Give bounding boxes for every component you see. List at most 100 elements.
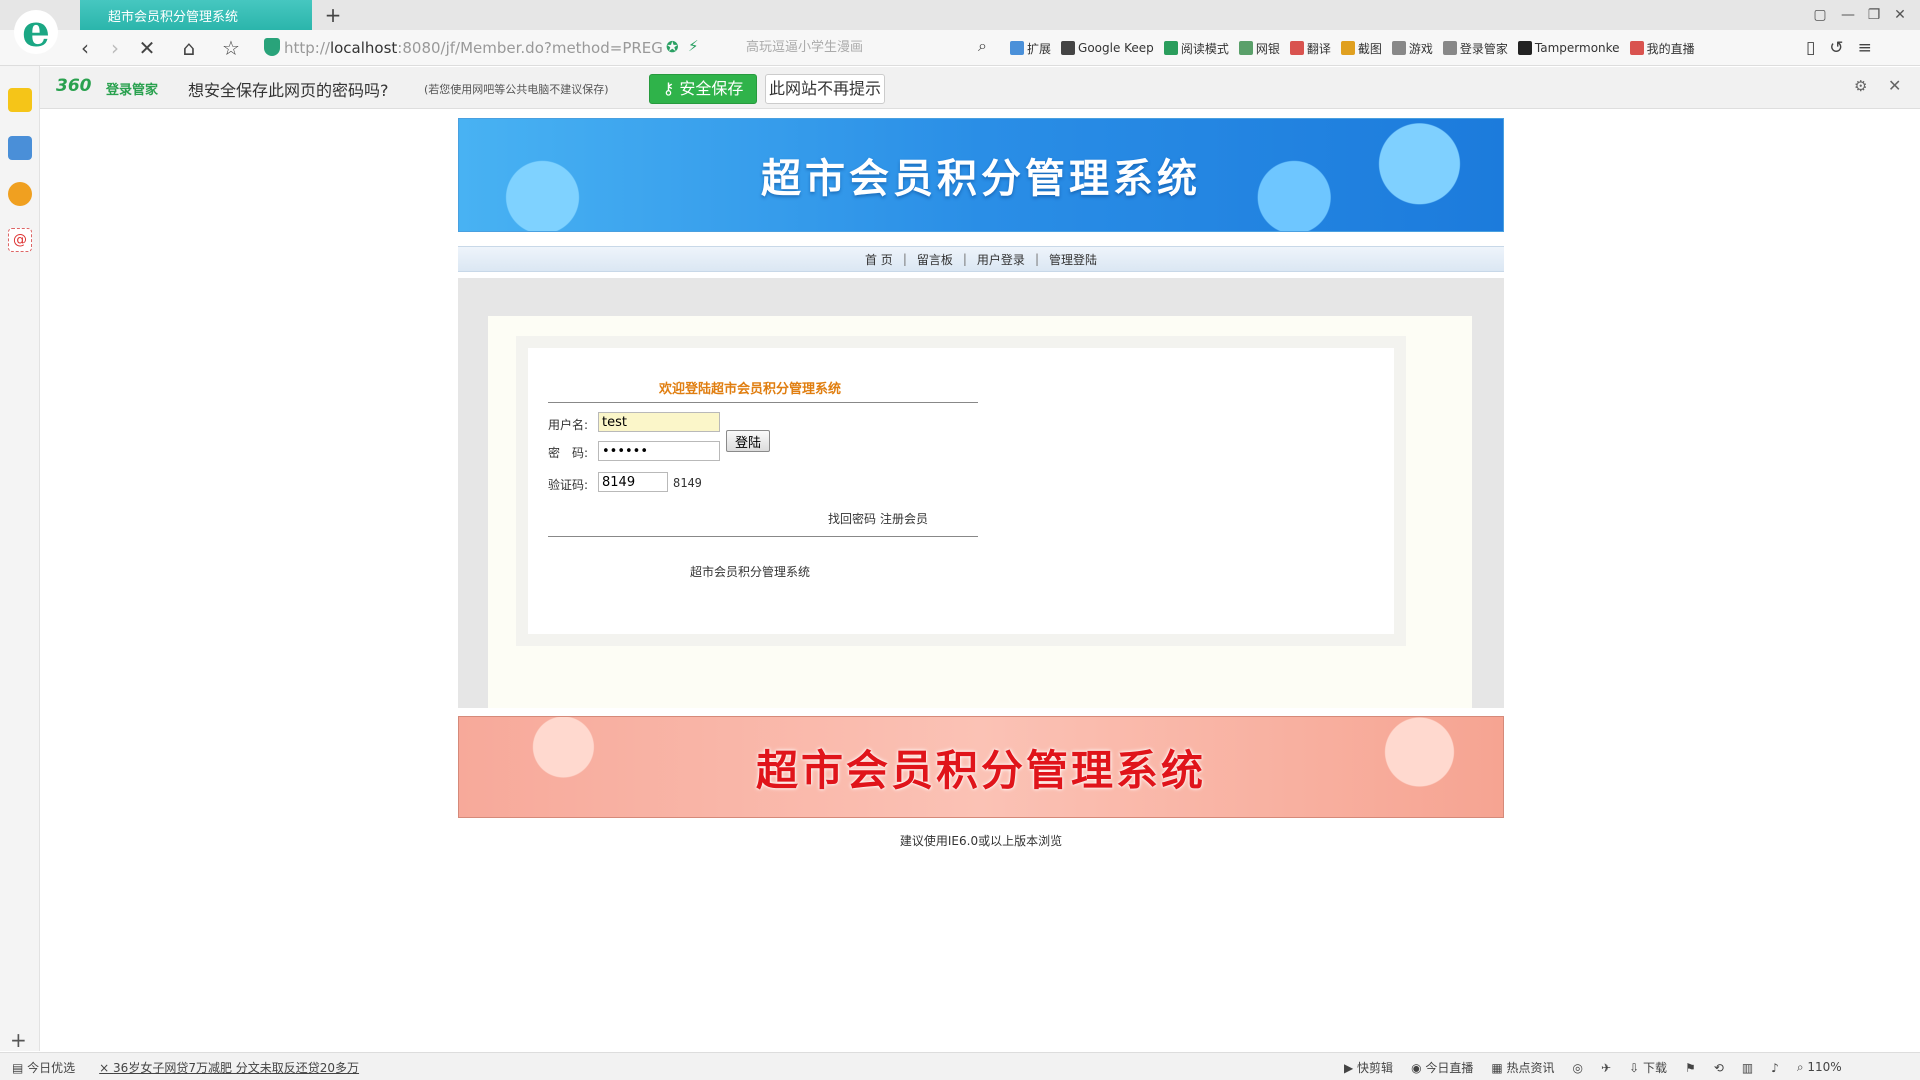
sidebar-add-icon[interactable]: + [10, 1028, 27, 1052]
tampermonkey-icon [1517, 41, 1532, 55]
footer-banner: 超市会员积分管理系统 [458, 716, 1504, 818]
toolbar-right: ▯ ↺ ≡ [1806, 35, 1916, 61]
home-icon[interactable]: ⌂ [176, 35, 202, 61]
bookmark-reading-mode[interactable]: 阅读模式 [1163, 40, 1229, 57]
skin-icon[interactable]: ▢ [1808, 4, 1832, 26]
translate-icon [1289, 41, 1304, 55]
bookmark-screenshot[interactable]: 截图 [1340, 40, 1382, 57]
live-icon [1629, 41, 1644, 55]
username-label: 用户名: [548, 418, 589, 432]
quick-edit[interactable]: ▶ 快剪辑 [1344, 1059, 1393, 1076]
security-shield-icon[interactable] [264, 38, 280, 56]
forgot-password-link[interactable]: 找回密码 [828, 510, 876, 527]
mail-icon[interactable]: @ [8, 228, 32, 252]
network-icon[interactable]: ◎ [1573, 1061, 1583, 1075]
bank-icon [1238, 41, 1253, 55]
address-bar[interactable]: http://localhost:8080/jf/Member.do?metho… [284, 37, 664, 59]
speed-mode-icon[interactable]: ⚡ [688, 37, 699, 55]
new-tab-button[interactable]: + [320, 2, 346, 28]
password-input[interactable] [598, 441, 720, 461]
footer-title: 超市会员积分管理系统 [755, 745, 1206, 795]
sync-icon[interactable]: ✪ [666, 38, 679, 56]
extensions-icon [1010, 41, 1024, 55]
forward-icon[interactable]: › [102, 35, 128, 61]
bookmark-extensions[interactable]: 扩展 [1010, 40, 1051, 57]
minimize-button[interactable]: — [1836, 4, 1860, 26]
reading-mode-icon [1163, 41, 1178, 55]
pw-brand-logo: 360 [56, 76, 92, 96]
bookmark-translate[interactable]: 翻译 [1289, 40, 1331, 57]
weibo-icon[interactable] [8, 182, 32, 206]
bookmark-login-manager[interactable]: 登录管家 [1442, 40, 1508, 57]
bookmark-google-keep[interactable]: Google Keep [1061, 41, 1154, 55]
tab-active[interactable]: 超市会员积分管理系统 [80, 0, 312, 30]
favorite-star-icon[interactable]: ☆ [218, 35, 244, 61]
menu-icon[interactable]: ≡ [1858, 38, 1872, 58]
save-password-button[interactable]: ⚷ 安全保存 [649, 74, 757, 104]
google-keep-icon [1061, 41, 1076, 55]
username-input[interactable] [598, 412, 720, 432]
tab-title: 超市会员积分管理系统 [108, 10, 239, 25]
footer-note: 建议使用IE6.0或以上版本浏览 [899, 834, 1063, 848]
pw-question: 想安全保存此网页的密码吗? [188, 81, 389, 100]
close-icon[interactable]: ✕ [1888, 76, 1901, 95]
settings-icon[interactable]: ⚙ [1854, 77, 1867, 95]
favorites-icon[interactable] [8, 88, 32, 112]
register-link[interactable]: 注册会员 [880, 510, 928, 527]
content-inner: 欢迎登陆超市会员积分管理系统 用户名: 密 码: 登陆 验证码: 8149 找回… [488, 316, 1472, 708]
search-box[interactable]: 高玩逗逼小学生漫画 [746, 37, 966, 59]
cleanup-icon[interactable]: ⟲ [1714, 1061, 1724, 1075]
nav-home[interactable]: 首 页 [865, 251, 893, 268]
browser-logo-icon[interactable]: e [14, 10, 58, 54]
today-live[interactable]: ◉ 今日直播 [1411, 1059, 1473, 1076]
close-window-button[interactable]: ✕ [1888, 4, 1912, 26]
stop-icon[interactable]: ✕ [134, 35, 160, 61]
nav-separator: | [902, 252, 907, 266]
never-prompt-button[interactable]: 此网站不再提示 [765, 74, 885, 104]
news-ticker[interactable]: × 36岁女子网贷7万减肥 分文未取反还贷20多万 [99, 1059, 359, 1076]
address-host: localhost [329, 39, 398, 57]
sound-icon[interactable]: ♪ [1771, 1061, 1779, 1075]
notes-icon[interactable] [8, 136, 32, 160]
nav-admin-login[interactable]: 管理登陆 [1049, 251, 1097, 268]
maximize-button[interactable]: ❐ [1862, 4, 1886, 26]
search-icon[interactable]: ⌕ [978, 36, 987, 56]
pw-hint: (若您使用网吧等公共电脑不建议保存) [424, 83, 609, 96]
bookmark-my-live[interactable]: 我的直播 [1629, 40, 1695, 57]
nav-message-board[interactable]: 留言板 [917, 251, 953, 268]
site-nav: 首 页 | 留言板 | 用户登录 | 管理登陆 [458, 246, 1504, 272]
flag-icon[interactable]: ⚑ [1685, 1061, 1696, 1075]
web-page: 超市会员积分管理系统 首 页 | 留言板 | 用户登录 | 管理登陆 欢迎登陆超… [40, 110, 1920, 1050]
header-banner: 超市会员积分管理系统 [458, 118, 1504, 232]
download-icon: ⇩ [1629, 1061, 1643, 1075]
back-icon[interactable]: ‹ [72, 35, 98, 61]
login-panel: 欢迎登陆超市会员积分管理系统 用户名: 密 码: 登陆 验证码: 8149 找回… [516, 336, 1406, 646]
close-news-icon[interactable]: × [99, 1061, 113, 1075]
bookmark-icon[interactable]: ▯ [1806, 38, 1815, 58]
hot-news[interactable]: ▦ 热点资讯 [1491, 1059, 1554, 1076]
accelerate-icon[interactable]: ✈ [1601, 1061, 1611, 1075]
login-button[interactable]: 登陆 [726, 430, 770, 452]
password-label: 密 码: [548, 446, 589, 460]
games-icon [1391, 41, 1406, 55]
nav-separator: | [962, 252, 967, 266]
nav-user-login[interactable]: 用户登录 [977, 251, 1025, 268]
zoom-level[interactable]: ⌕ 110% [1797, 1060, 1842, 1075]
login-form: 欢迎登陆超市会员积分管理系统 用户名: 密 码: 登陆 验证码: 8149 找回… [528, 348, 1394, 634]
divider [548, 536, 978, 537]
bookmark-games[interactable]: 游戏 [1391, 40, 1433, 57]
login-manager-icon [1442, 41, 1457, 55]
screenshot-icon [1340, 41, 1355, 55]
address-prefix: http:// [284, 39, 330, 57]
divider [548, 402, 978, 403]
captcha-label: 验证码: [548, 478, 589, 492]
status-bar: ▤ 今日优选 × 36岁女子网贷7万减肥 分文未取反还贷20多万 ▶ 快剪辑 ◉… [0, 1052, 1920, 1080]
captcha-input[interactable] [598, 472, 668, 492]
bookmark-online-banking[interactable]: 网银 [1238, 40, 1280, 57]
bookmark-tampermonkey[interactable]: Tampermonke [1517, 41, 1620, 55]
layout-icon[interactable]: ▥ [1742, 1061, 1753, 1075]
address-path: :8080/jf/Member.do?method=PREG [397, 39, 663, 57]
today-picks[interactable]: ▤ 今日优选 [12, 1059, 75, 1076]
downloads[interactable]: ⇩ 下载 [1629, 1059, 1667, 1076]
undo-close-icon[interactable]: ↺ [1829, 38, 1843, 58]
